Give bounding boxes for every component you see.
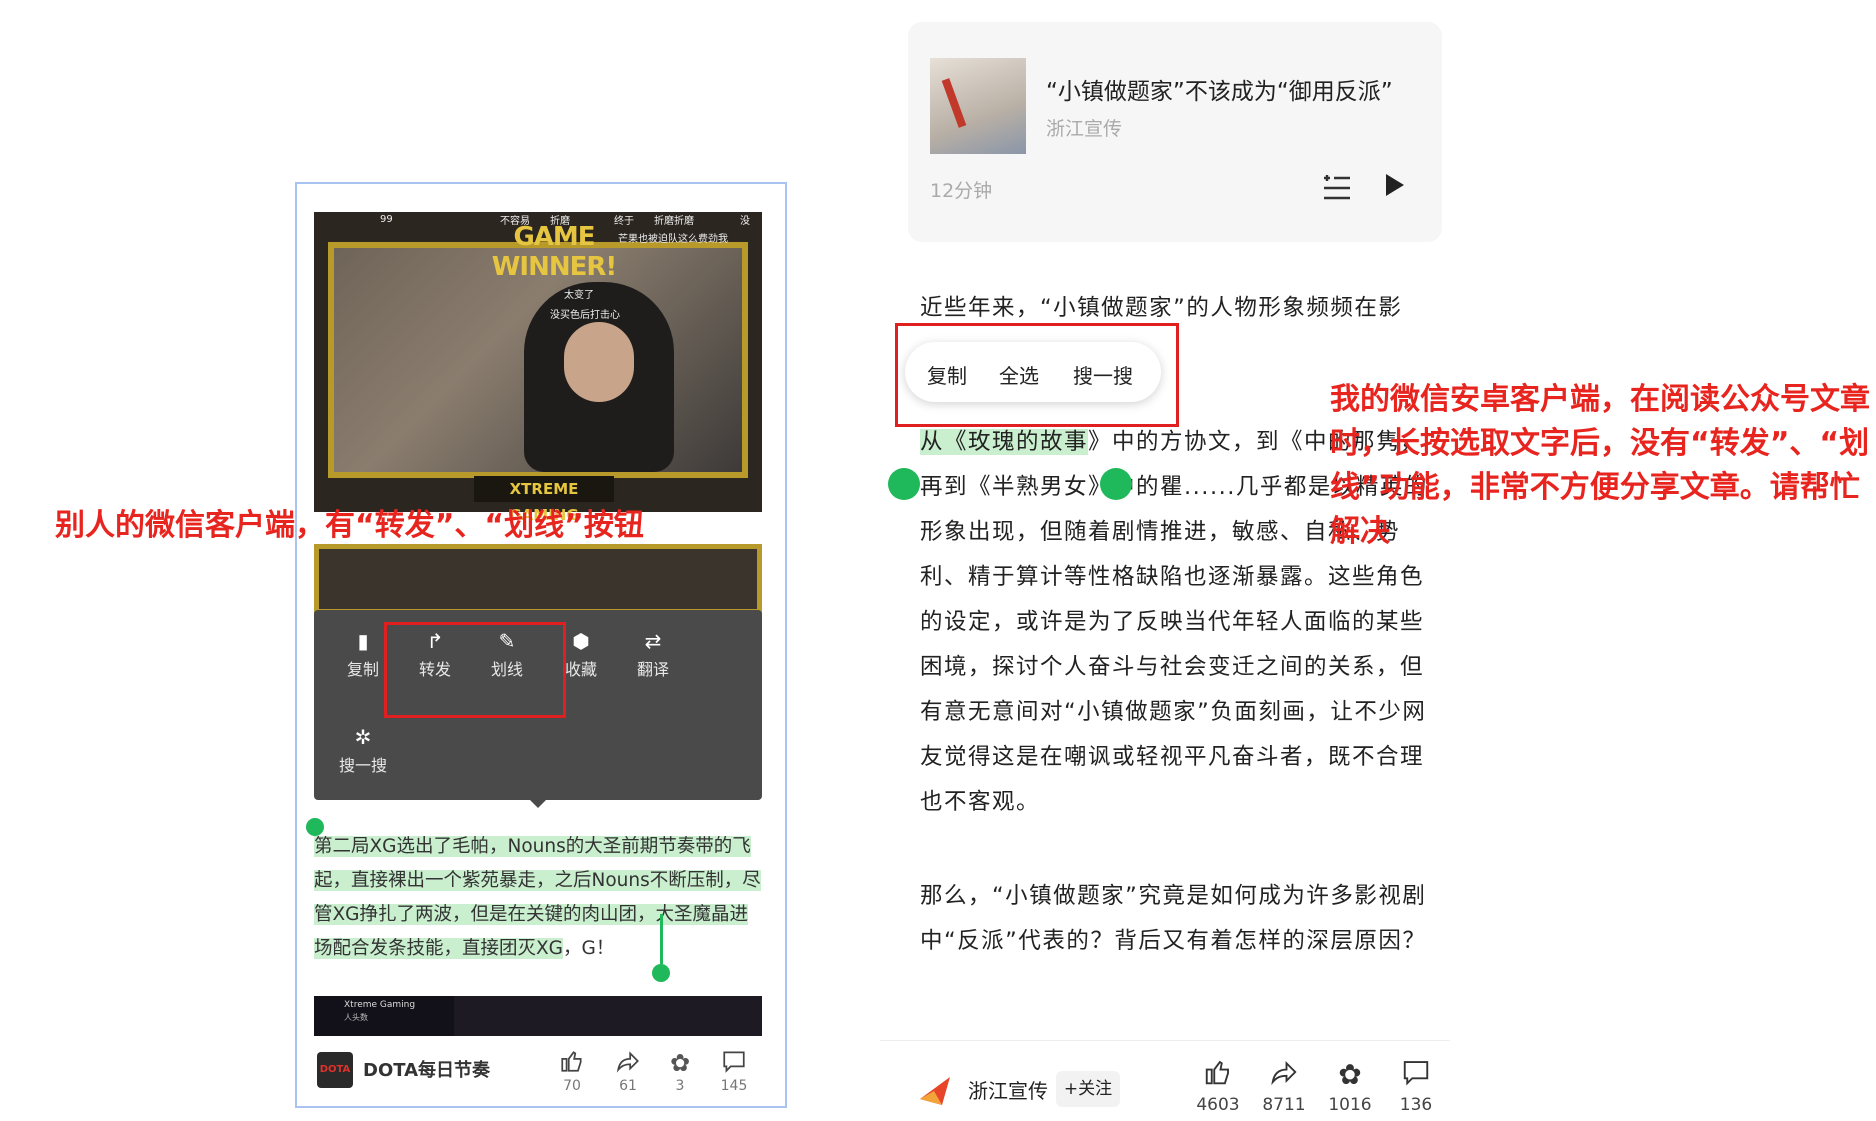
share-icon: [603, 1048, 653, 1078]
danmaku-text: 终于: [614, 216, 634, 227]
danmaku-text: 折磨: [550, 216, 570, 227]
selected-paragraph: 第二局XG选出了毛帕，Nouns的大圣前期节奏带的飞起，直接裸出一个紫苑暴走，之…: [314, 830, 762, 966]
selection-start-handle[interactable]: [888, 468, 920, 500]
thumbs-up-icon: [1186, 1057, 1250, 1093]
follow-button[interactable]: +关注: [1056, 1071, 1120, 1107]
danmaku-text: 99: [380, 214, 393, 225]
left-article-bottom-bar: DOTA DOTA每日节奏 70 61 ✿ 3 145: [297, 1042, 785, 1106]
comment-button[interactable]: 136: [1384, 1057, 1448, 1115]
comment-button[interactable]: 145: [709, 1048, 759, 1094]
video-team-label: Xtreme Gaming: [344, 1000, 416, 1010]
share-button[interactable]: 8711: [1252, 1057, 1316, 1115]
audio-thumbnail: [930, 58, 1026, 154]
audio-duration: 12分钟: [930, 180, 993, 202]
flower-icon: ✿: [669, 1049, 691, 1077]
audio-card[interactable]: “小镇做题家”不该成为“御用反派” 浙江宣传 12分钟: [908, 22, 1442, 242]
danmaku-text: 没买色后打击心: [550, 310, 620, 321]
highlighted-text[interactable]: 第二局XG选出了毛帕，Nouns的大圣前期节奏带的飞起，直接裸出一个紫苑暴走，之…: [314, 836, 761, 959]
search-star-icon: ✲: [354, 725, 372, 749]
like-button[interactable]: 4603: [1186, 1057, 1250, 1115]
danmaku-text: 不容易: [500, 216, 530, 227]
avatar[interactable]: [916, 1069, 956, 1109]
left-phone-screenshot: GAME WINNER! XTREME GAMING 99 不容易 折磨 终于 …: [295, 182, 787, 1108]
account-name[interactable]: DOTA每日节奏: [363, 1056, 490, 1082]
red-highlight-box-toolbar: [895, 323, 1179, 427]
video-frame-top: GAME WINNER! XTREME GAMING 99 不容易 折磨 终于 …: [314, 212, 762, 524]
left-annotation-caption: 别人的微信客户端，有“转发”、“划线”按钮: [55, 508, 644, 543]
danmaku-text: 折磨折磨: [654, 216, 694, 227]
unselected-text: ，G！: [563, 938, 615, 959]
danmaku-text: 没: [740, 216, 750, 227]
flower-icon: ✿: [1338, 1058, 1362, 1091]
article-paragraph-2: 那么，“小镇做题家”究竟是如何成为许多影视剧中“反派”代表的？背后又有着怎样的深…: [920, 883, 1427, 954]
right-article-bottom-bar: 浙江宣传 +关注 4603 8711 ✿ 1016 136: [880, 1040, 1450, 1121]
account-name[interactable]: 浙江宣传: [968, 1075, 1048, 1104]
danmaku-text: 芒果也被迫队这么费劲我: [618, 234, 728, 245]
play-icon[interactable]: [1382, 172, 1406, 205]
audio-source: 浙江宣传: [1046, 118, 1123, 140]
comment-icon: [1384, 1057, 1448, 1093]
share-icon: [1252, 1057, 1316, 1093]
selected-text[interactable]: 从《玫瑰的故事: [920, 429, 1089, 455]
comment-icon: [709, 1048, 759, 1078]
right-annotation-caption: 我的微信安卓客户端，在阅读公众号文章时，长按选取文字后，没有“转发”、“划线”功…: [1330, 382, 1870, 549]
translate-icon: ⇄: [644, 629, 662, 653]
audio-title: “小镇做题家”不该成为“御用反派”: [1046, 79, 1393, 105]
share-button[interactable]: 61: [603, 1048, 653, 1094]
red-highlight-box-forward-underline: [384, 622, 566, 718]
thumbs-up-icon: [547, 1048, 597, 1078]
video-frame-second: [314, 544, 762, 614]
avatar[interactable]: DOTA: [317, 1052, 353, 1088]
video-frame-bottom: Xtreme Gaming 人头数: [314, 996, 762, 1036]
selection-end-cursor: [660, 914, 663, 964]
danmaku-text: 太变了: [564, 290, 594, 301]
like-button[interactable]: 70: [547, 1048, 597, 1094]
team-name-text: XTREME GAMING: [474, 476, 614, 524]
recommend-button[interactable]: ✿ 3: [655, 1048, 705, 1094]
video-sub-label: 人头数: [344, 1013, 368, 1022]
selection-end-handle[interactable]: [652, 964, 670, 982]
menu-item-search[interactable]: ✲ 搜一搜: [328, 720, 398, 790]
menu-item-translate[interactable]: ⇄ 翻译: [618, 624, 688, 694]
playlist-icon[interactable]: [1322, 174, 1352, 209]
recommend-button[interactable]: ✿ 1016: [1318, 1057, 1382, 1115]
selection-end-handle[interactable]: [1100, 468, 1132, 500]
